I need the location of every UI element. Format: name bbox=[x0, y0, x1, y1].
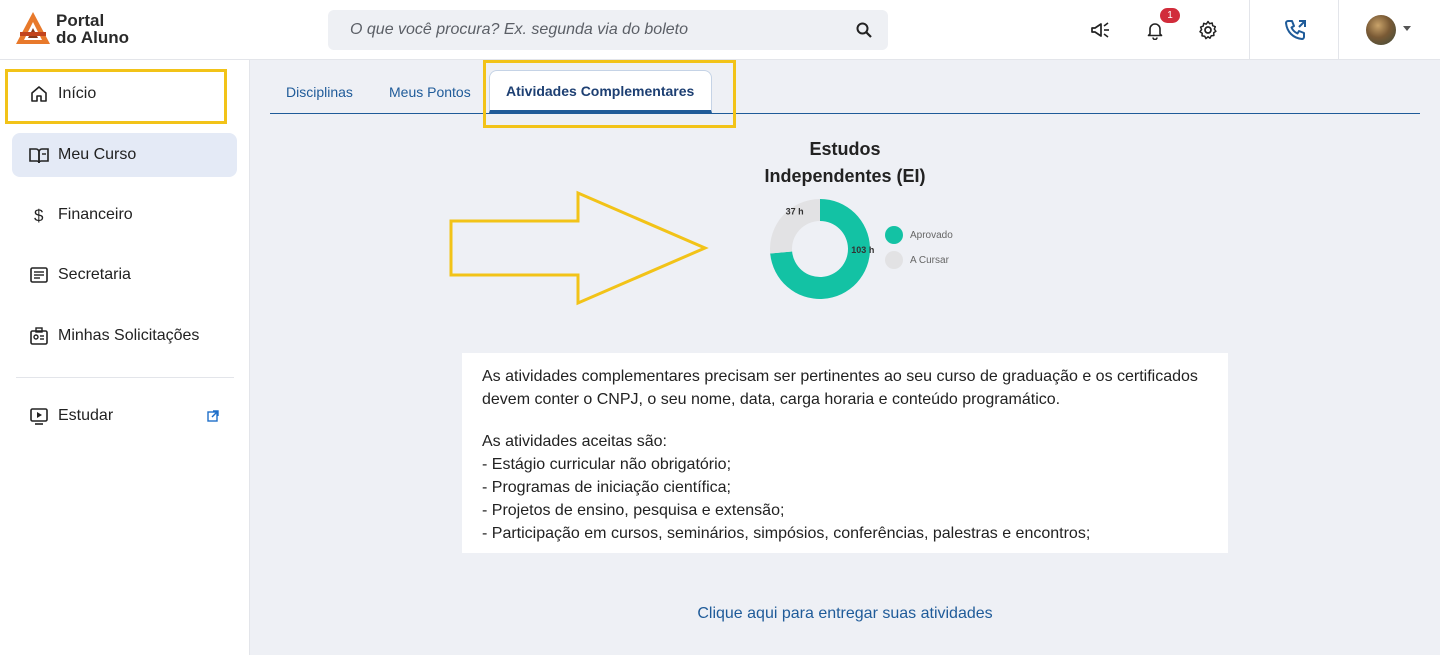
list-item: - Participação em cursos, seminários, si… bbox=[482, 525, 1091, 542]
arrow-annotation bbox=[449, 190, 709, 306]
sidebar-item-label: Início bbox=[58, 85, 97, 102]
list-item: - Estágio curricular não obrigatório; bbox=[482, 456, 732, 473]
donut-data-label: 103 h bbox=[851, 245, 874, 255]
sidebar-item-minhas-solicitacoes[interactable]: Minhas Solicitações bbox=[12, 314, 237, 358]
sidebar-item-label: Meu Curso bbox=[58, 146, 137, 163]
notification-badge: 1 bbox=[1160, 8, 1180, 23]
search-icon[interactable] bbox=[854, 20, 874, 40]
legend-label: Aprovado bbox=[910, 229, 953, 241]
portal-logo[interactable]: Portal do Aluno bbox=[14, 9, 154, 49]
chart-title: Estudos Independentes (EI) bbox=[764, 139, 926, 186]
chevron-down-icon[interactable] bbox=[1403, 26, 1411, 31]
legend-swatch bbox=[885, 226, 903, 244]
avatar[interactable] bbox=[1366, 15, 1396, 45]
phone-contact-icon[interactable] bbox=[1283, 17, 1309, 43]
info-paragraph: As atividades complementares precisam se… bbox=[482, 368, 1198, 408]
header-divider bbox=[1338, 0, 1339, 60]
sidebar-item-label: Secretaria bbox=[58, 266, 131, 283]
info-panel: As atividades complementares precisam se… bbox=[462, 353, 1228, 553]
list-intro: As atividades aceitas são: bbox=[482, 433, 667, 450]
sidebar-item-meu-curso[interactable]: Meu Curso bbox=[12, 133, 237, 177]
search-input[interactable] bbox=[350, 21, 854, 39]
sidebar-item-label: Minhas Solicitações bbox=[58, 327, 200, 344]
top-bar: Portal do Aluno 1 bbox=[0, 0, 1440, 60]
tab-bar: Disciplinas Meus Pontos Atividades Compl… bbox=[270, 70, 1420, 114]
sidebar-item-financeiro[interactable]: $ Financeiro bbox=[12, 193, 237, 237]
sidebar-item-label: Estudar bbox=[58, 407, 114, 424]
svg-text:$: $ bbox=[34, 206, 44, 225]
home-icon bbox=[28, 83, 50, 105]
play-screen-icon bbox=[28, 405, 50, 427]
sidebar-item-estudar[interactable]: Estudar bbox=[12, 394, 237, 438]
logo-text: Portal do Aluno bbox=[56, 11, 130, 47]
donut-chart: 103 h 37 h bbox=[770, 199, 874, 299]
gear-icon[interactable] bbox=[1196, 18, 1220, 42]
search-bar bbox=[328, 10, 888, 50]
dollar-icon: $ bbox=[28, 204, 50, 226]
megaphone-icon[interactable] bbox=[1088, 18, 1112, 42]
sidebar-item-label: Financeiro bbox=[58, 206, 133, 223]
legend-label: A Cursar bbox=[910, 254, 949, 266]
sidebar: Início Meu Curso $ Financeiro Secretaria… bbox=[0, 60, 250, 655]
header-divider bbox=[1249, 0, 1250, 60]
legend-swatch bbox=[885, 251, 903, 269]
list-item: - Programas de iniciação científica; bbox=[482, 479, 731, 496]
badge-id-icon bbox=[28, 325, 50, 347]
donut-data-label: 37 h bbox=[786, 206, 804, 216]
legend-item-a-cursar[interactable]: A Cursar bbox=[885, 251, 949, 269]
book-icon bbox=[28, 144, 50, 166]
external-link-icon[interactable] bbox=[207, 409, 219, 422]
sidebar-divider bbox=[16, 377, 234, 378]
list-item: - Projetos de ensino, pesquisa e extensã… bbox=[482, 502, 785, 519]
sidebar-item-inicio[interactable]: Início bbox=[12, 72, 237, 116]
submit-activities-link[interactable]: Clique aqui para entregar suas atividade… bbox=[640, 605, 1050, 623]
legend-item-aprovado[interactable]: Aprovado bbox=[885, 226, 953, 244]
tab-meus-pontos[interactable]: Meus Pontos bbox=[389, 70, 471, 113]
sidebar-item-secretaria[interactable]: Secretaria bbox=[12, 253, 237, 297]
tab-disciplinas[interactable]: Disciplinas bbox=[286, 70, 353, 113]
document-list-icon bbox=[28, 264, 50, 286]
logo-icon bbox=[16, 12, 50, 44]
tab-atividades-complementares[interactable]: Atividades Complementares bbox=[489, 70, 712, 113]
